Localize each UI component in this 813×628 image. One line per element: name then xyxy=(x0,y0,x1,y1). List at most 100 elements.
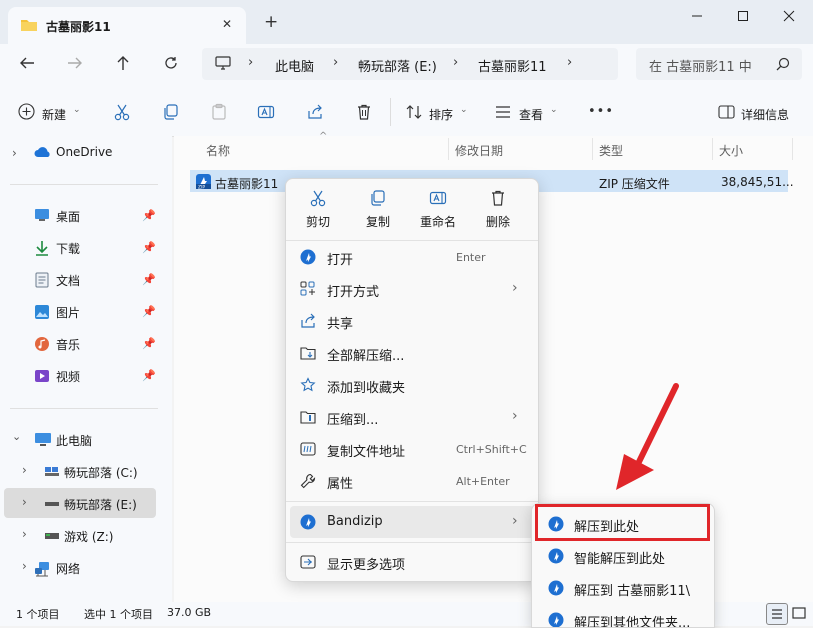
nav-videos[interactable]: 视频 xyxy=(56,368,80,385)
nav-drive-c[interactable]: 畅玩部落 (C:) xyxy=(64,464,138,481)
sort-button[interactable]: 排序 xyxy=(429,106,453,123)
chevron-down-icon[interactable]: ⌄ xyxy=(12,430,21,443)
context-cut-label: 剪切 xyxy=(305,215,330,229)
new-icon[interactable] xyxy=(18,103,35,120)
drive-z-icon xyxy=(44,532,60,540)
back-arrow-icon[interactable] xyxy=(18,55,36,71)
menu-item-properties[interactable]: 属性 Alt+Enter xyxy=(286,465,538,497)
nav-music[interactable]: 音乐 xyxy=(56,336,80,353)
refresh-icon[interactable] xyxy=(163,55,179,71)
chevron-right-icon[interactable]: › xyxy=(22,527,27,541)
menu-item-open-with[interactable]: 打开方式 › xyxy=(286,273,538,305)
menu-item-label: 压缩到... xyxy=(327,413,379,428)
nav-downloads[interactable]: 下载 xyxy=(56,240,80,257)
nav-pictures[interactable]: 图片 xyxy=(56,304,80,321)
breadcrumb-folder[interactable]: 古墓丽影11 xyxy=(478,56,547,75)
menu-item-copy-path[interactable]: 复制文件地址 Ctrl+Shift+C xyxy=(286,433,538,465)
rename-icon xyxy=(429,189,447,207)
column-header-name[interactable]: 名称 xyxy=(206,142,230,159)
tab-close-icon[interactable]: ✕ xyxy=(222,17,232,31)
context-cut-button[interactable]: 剪切 xyxy=(288,187,348,237)
search-icon[interactable] xyxy=(776,57,790,71)
paste-icon[interactable] xyxy=(210,103,228,121)
details-button[interactable]: 详细信息 xyxy=(741,106,789,123)
menu-item-compress-to[interactable]: 压缩到... › xyxy=(286,401,538,433)
submenu-extract-other[interactable]: 解压到其他文件夹... xyxy=(532,604,714,627)
chevron-right-icon[interactable]: › xyxy=(22,559,27,573)
nav-drive-e[interactable]: 畅玩部落 (E:) xyxy=(64,496,137,513)
nav-onedrive[interactable]: OneDrive xyxy=(56,145,112,159)
view-button[interactable]: 查看 xyxy=(519,106,543,123)
bandizip-icon xyxy=(300,249,316,265)
minimize-button[interactable] xyxy=(674,0,720,32)
context-copy-label: 复制 xyxy=(365,215,390,229)
sort-icon[interactable] xyxy=(405,104,423,120)
nav-divider xyxy=(10,184,158,185)
breadcrumb-separator: › xyxy=(333,55,339,70)
context-copy-button[interactable]: 复制 xyxy=(348,187,408,237)
chevron-down-icon: ⌄ xyxy=(460,105,468,115)
new-button[interactable]: 新建 xyxy=(42,106,66,123)
chevron-right-icon[interactable]: › xyxy=(22,463,27,477)
column-divider[interactable] xyxy=(712,138,713,160)
column-divider[interactable] xyxy=(792,138,793,160)
context-delete-button[interactable]: 删除 xyxy=(468,187,528,237)
column-divider[interactable] xyxy=(592,138,593,160)
column-header-modified[interactable]: 修改日期 xyxy=(455,142,503,159)
copy-icon[interactable] xyxy=(162,103,180,121)
breadcrumb-separator: › xyxy=(453,55,459,70)
view-icon[interactable] xyxy=(494,105,512,119)
menu-item-extract-all[interactable]: 全部解压缩... xyxy=(286,337,538,369)
download-icon xyxy=(34,240,50,256)
bandizip-icon xyxy=(300,514,316,530)
menu-item-open[interactable]: 打开 Enter xyxy=(286,241,538,273)
menu-item-bandizip[interactable]: Bandizip › xyxy=(290,506,534,538)
details-pane-icon[interactable] xyxy=(718,105,735,119)
file-name: 古墓丽影11 xyxy=(215,177,279,191)
submenu-label: 智能解压到此处 xyxy=(574,552,666,567)
column-header-type[interactable]: 类型 xyxy=(599,142,623,159)
pin-icon: 📌 xyxy=(142,369,156,382)
nav-this-pc[interactable]: 此电脑 xyxy=(56,432,92,449)
submenu-smart-extract[interactable]: 智能解压到此处 xyxy=(532,540,714,572)
context-rename-button[interactable]: 重命名 xyxy=(408,187,468,237)
breadcrumb-this-pc[interactable]: 此电脑 xyxy=(275,56,314,75)
column-header-size[interactable]: 大小 xyxy=(719,142,743,159)
details-view-toggle[interactable] xyxy=(766,603,788,625)
share-icon[interactable] xyxy=(306,103,324,121)
submenu-extract-to-folder[interactable]: 解压到 古墓丽影11\ xyxy=(532,572,714,604)
menu-item-add-favorites[interactable]: 添加到收藏夹 xyxy=(286,369,538,401)
menu-item-share[interactable]: 共享 xyxy=(286,305,538,337)
chevron-right-icon: › xyxy=(512,280,518,296)
chevron-right-icon[interactable]: › xyxy=(22,495,27,509)
zip-file-icon: ZIP xyxy=(195,173,212,190)
menu-item-more-options[interactable]: 显示更多选项 xyxy=(286,546,538,578)
wrench-icon xyxy=(300,473,316,489)
up-arrow-icon[interactable] xyxy=(115,54,131,72)
cut-icon[interactable] xyxy=(113,103,131,121)
svg-text:ZIP: ZIP xyxy=(198,185,205,191)
context-menu: 剪切 复制 重命名 删除 打开 Enter 打开方式 › 共享 全部解压缩...… xyxy=(285,178,539,582)
nav-documents[interactable]: 文档 xyxy=(56,272,80,289)
nav-network[interactable]: 网络 xyxy=(56,560,80,577)
nav-desktop[interactable]: 桌面 xyxy=(56,208,80,225)
nav-divider xyxy=(10,408,158,409)
nav-drive-z[interactable]: 游戏 (Z:) xyxy=(64,528,113,545)
maximize-button[interactable] xyxy=(720,0,766,32)
menu-item-label: 属性 xyxy=(327,477,354,492)
breadcrumb-drive-e[interactable]: 畅玩部落 (E:) xyxy=(358,56,437,75)
tiles-view-toggle[interactable] xyxy=(790,604,808,622)
chevron-right-icon: › xyxy=(512,408,518,424)
forward-arrow-icon[interactable] xyxy=(66,55,84,71)
new-tab-button[interactable]: + xyxy=(264,12,278,32)
tab-active[interactable]: 古墓丽影11 ✕ xyxy=(8,7,246,44)
column-divider[interactable] xyxy=(448,138,449,160)
more-options-button[interactable]: ••• xyxy=(588,104,614,119)
pictures-icon xyxy=(34,304,50,320)
chevron-right-icon[interactable]: › xyxy=(12,146,17,160)
folder-icon xyxy=(20,17,38,33)
close-window-button[interactable] xyxy=(766,0,812,32)
delete-icon[interactable] xyxy=(355,103,373,121)
menu-item-label: 打开方式 xyxy=(327,285,380,300)
rename-icon[interactable] xyxy=(257,103,275,121)
